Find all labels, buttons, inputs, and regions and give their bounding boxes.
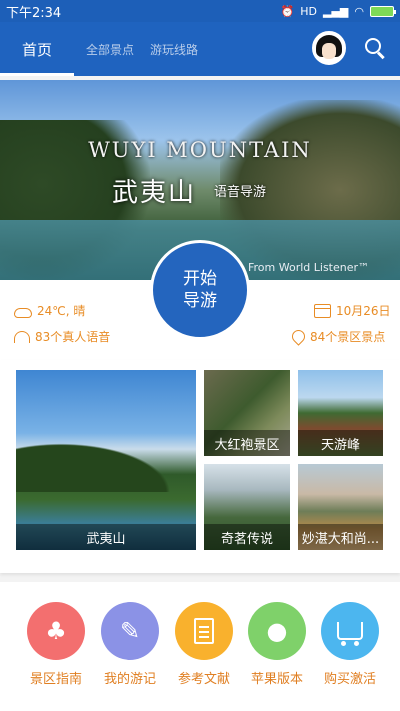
weather-text: 24℃, 晴 [37, 304, 86, 318]
menu-guide[interactable]: ♣ 景区指南 [21, 602, 91, 687]
alarm-icon: ⏰ [280, 4, 295, 18]
banner-credit: From World Listener™ [248, 261, 370, 274]
attraction-caption: 天游峰 [298, 430, 383, 456]
attraction-tile-tianyoufeng[interactable]: 天游峰 [298, 370, 383, 456]
attraction-caption: 妙湛大和尚... [298, 524, 383, 550]
voices-info: 83个真人语音 [14, 328, 110, 345]
weather-info: 24℃, 晴 [14, 302, 85, 319]
voices-text: 83个真人语音 [35, 330, 111, 344]
menu-label: 苹果版本 [250, 672, 303, 687]
attraction-tile-wuyishan[interactable]: 武夷山 [16, 370, 196, 550]
apple-icon: ● [266, 617, 288, 645]
attraction-caption: 大红袍景区 [204, 430, 290, 456]
menu-references[interactable]: 参考文献 [169, 602, 239, 687]
spots-text: 84个景区景点 [310, 330, 386, 344]
menu-notes[interactable]: ✎ 我的游记 [95, 602, 165, 687]
menu-apple-version[interactable]: ● 苹果版本 [242, 602, 312, 687]
attraction-tile-miaozhan[interactable]: 妙湛大和尚... [298, 464, 383, 550]
avatar[interactable] [312, 31, 346, 65]
menu-purchase-circle [321, 602, 379, 660]
banner-subtitle: 语音导游 [214, 185, 267, 200]
tree-icon: ♣ [45, 617, 67, 645]
date-text: 10月26日 [336, 304, 391, 318]
weather-icon [14, 307, 32, 318]
banner-title-cn: 武夷山 [112, 178, 197, 208]
status-icons: ⏰ HD ▂▄▆ ◠ [280, 4, 396, 18]
banner-title-en: WUYI MOUNTAIN [88, 138, 312, 162]
attraction-grid: 武夷山 大红袍景区 天游峰 奇茗传说 妙湛大和尚... [0, 360, 400, 573]
tile-mountain-shape [16, 432, 196, 492]
menu-label: 参考文献 [177, 672, 230, 687]
start-button-line2: 导游 [183, 291, 217, 311]
attraction-tile-dahongpao[interactable]: 大红袍景区 [204, 370, 290, 456]
tab-all-spots[interactable]: 全部景点 [86, 41, 134, 58]
search-icon[interactable] [364, 37, 386, 59]
tab-routes[interactable]: 游玩线路 [150, 41, 198, 58]
location-pin-icon [289, 327, 308, 346]
cart-icon [337, 622, 363, 646]
headphones-icon [14, 330, 30, 343]
status-time: 下午2:34 [6, 5, 62, 21]
nav-actions [312, 31, 386, 65]
menu-notes-circle: ✎ [101, 602, 159, 660]
start-button-line1: 开始 [183, 269, 217, 289]
active-tab-indicator [0, 73, 74, 76]
top-nav: 首页 全部景点 游玩线路 [0, 22, 400, 76]
menu-purchase[interactable]: 购买激活 [315, 602, 385, 687]
battery-icon [370, 5, 396, 17]
menu-apple-circle: ● [248, 602, 306, 660]
attraction-caption: 奇茗传说 [204, 524, 290, 550]
bottom-menu: ♣ 景区指南 ✎ 我的游记 参考文献 ● 苹果版本 购买激活 [0, 582, 400, 711]
menu-label: 景区指南 [29, 672, 82, 687]
wifi-icon: ◠ [354, 4, 364, 18]
menu-guide-circle: ♣ [27, 602, 85, 660]
status-bar: 下午2:34 ⏰ HD ▂▄▆ ◠ [0, 0, 400, 22]
menu-label: 购买激活 [323, 672, 376, 687]
attraction-caption: 武夷山 [16, 524, 196, 550]
start-tour-button[interactable]: 开始 导游 [150, 240, 250, 340]
tab-home[interactable]: 首页 [22, 39, 52, 60]
signal-icon: ▂▄▆ [323, 4, 349, 18]
document-icon [194, 618, 214, 644]
notes-icon: ✎ [119, 617, 141, 645]
date-info: 10月26日 [314, 302, 391, 319]
menu-label: 我的游记 [103, 672, 156, 687]
avatar-face [322, 43, 336, 59]
calendar-icon [314, 303, 331, 318]
spots-info: 84个景区景点 [289, 327, 386, 346]
menu-references-circle [175, 602, 233, 660]
network-label: HD [300, 4, 317, 18]
attraction-tile-qiming[interactable]: 奇茗传说 [204, 464, 290, 550]
